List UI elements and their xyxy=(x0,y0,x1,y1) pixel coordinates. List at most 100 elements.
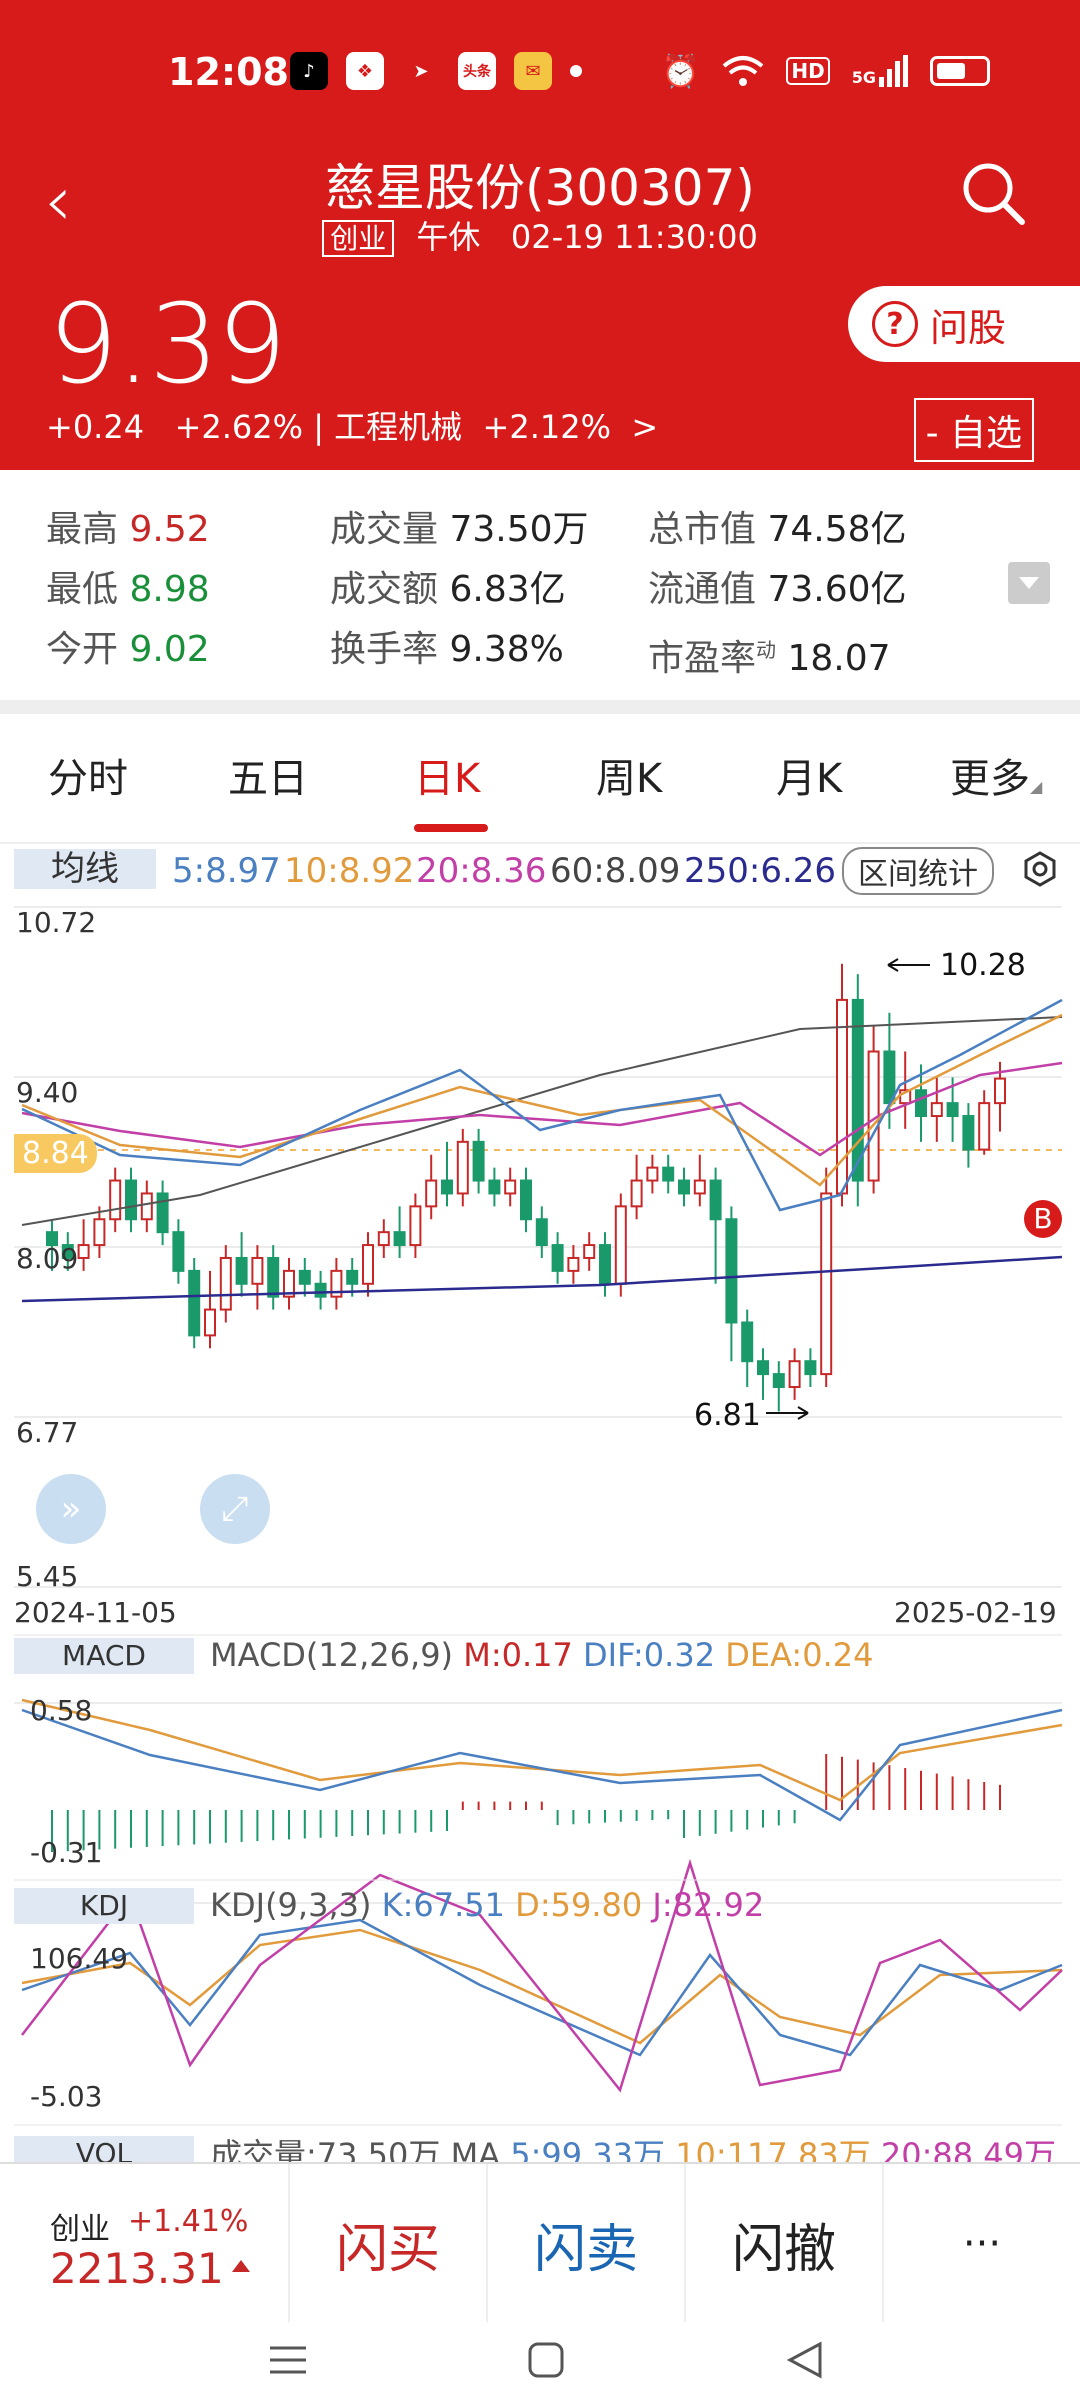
vol-selector[interactable]: VOL xyxy=(14,2136,194,2164)
candle-body xyxy=(314,1282,327,1298)
tab-five-day[interactable]: 五日 xyxy=(228,746,308,804)
status-bar: 12:08 ♪ ❖ ➤ 头条 ✉ ⏰ HD 5G xyxy=(0,0,1080,140)
sector-change: +2.12% xyxy=(482,408,611,446)
kline-chart[interactable] xyxy=(0,895,1080,2162)
tiktok-icon: ♪ xyxy=(290,52,328,90)
ma-legend: 均线 5:8.97 10:8.92 20:8.36 60:8.09 250:6.… xyxy=(0,845,1080,895)
candle-body xyxy=(725,1218,738,1324)
ask-stock-button[interactable]: ? 问股 xyxy=(848,286,1080,362)
search-icon[interactable] xyxy=(958,158,1028,228)
candle-body xyxy=(267,1256,280,1298)
candle-body xyxy=(614,1205,627,1285)
candle-body xyxy=(441,1179,453,1195)
candle-body xyxy=(820,1192,833,1376)
home-icon[interactable] xyxy=(528,2342,564,2378)
ma60-value: 60:8.09 xyxy=(550,851,681,891)
index-change: +1.41% xyxy=(128,2204,249,2239)
candle-body xyxy=(362,1244,374,1285)
quote-panel: 最高 9.52 最低 8.98 今开 9.02 成交量 73.50万 成交额 6… xyxy=(0,470,1080,700)
axis-label-4: 6.77 xyxy=(16,1416,79,1449)
quote-col-1: 最高 9.52 最低 8.98 今开 9.02 xyxy=(46,509,210,670)
candle-body xyxy=(741,1321,754,1363)
interval-stats-button[interactable]: 区间统计 xyxy=(842,847,994,895)
candle-body xyxy=(425,1179,438,1208)
question-icon: ? xyxy=(872,301,918,347)
kdj-selector[interactable]: KDJ xyxy=(14,1888,194,1924)
quick-buy-button[interactable]: 闪买 xyxy=(288,2164,486,2324)
macd-info: MACD(12,26,9) M:0.17 DIF:0.32 DEA:0.24 xyxy=(210,1636,874,1674)
buy-signal-badge[interactable]: B xyxy=(1024,1200,1062,1238)
candle-body xyxy=(109,1179,122,1221)
candle-body xyxy=(583,1244,596,1259)
menu-icon[interactable] xyxy=(270,2346,306,2374)
more-button[interactable]: ··· xyxy=(882,2164,1080,2324)
gift-icon: ✉ xyxy=(514,52,552,90)
system-nav-bar xyxy=(0,2322,1080,2400)
sector-separator: | xyxy=(313,408,324,446)
ma5-value: 5:8.97 xyxy=(172,851,281,891)
more-dot-icon xyxy=(570,65,582,77)
quote-col-3: 总市值 74.58亿 流通值 73.60亿 市盈率动 18.07 xyxy=(648,509,907,679)
tab-monthly-k[interactable]: 月K xyxy=(776,746,842,804)
market-status: 创业 午休 02-19 11:30:00 xyxy=(0,212,1080,258)
pe-value: 18.07 xyxy=(787,638,891,679)
candle-body xyxy=(788,1360,801,1388)
settings-icon[interactable] xyxy=(1022,851,1058,887)
remove-watchlist-button[interactable]: - 自选 xyxy=(913,398,1034,462)
candle-body xyxy=(488,1179,501,1195)
scroll-left-button[interactable]: » xyxy=(36,1474,106,1544)
change-line[interactable]: +0.24 +2.62% | 工程机械 +2.12% > xyxy=(46,402,658,448)
candle-body xyxy=(915,1089,927,1118)
candle-body xyxy=(962,1115,975,1151)
float-value: 73.60亿 xyxy=(767,569,907,610)
expand-quote-button[interactable] xyxy=(1008,562,1050,604)
amount-value: 6.83亿 xyxy=(449,569,566,610)
low-mark-label: 6.81 xyxy=(694,1398,761,1433)
system-icons: ⏰ HD 5G xyxy=(661,52,990,90)
kdj-d-line xyxy=(21,1928,1063,2045)
candle-body xyxy=(551,1244,564,1272)
board-badge: 创业 xyxy=(322,220,395,257)
tab-daily-k[interactable]: 日K xyxy=(414,746,480,804)
battery-icon xyxy=(930,56,990,86)
tab-minute[interactable]: 分时 xyxy=(48,746,128,804)
tab-more[interactable]: 更多◢ xyxy=(950,746,1042,804)
candle-body xyxy=(172,1231,185,1272)
quick-cancel-button[interactable]: 闪撤 xyxy=(684,2164,882,2324)
price-change: +0.24 xyxy=(46,408,145,446)
ma-selector[interactable]: 均线 xyxy=(14,849,156,889)
tab-indicator xyxy=(414,824,488,832)
back-nav-icon[interactable] xyxy=(786,2341,822,2379)
price-change-pct: +2.62% xyxy=(174,408,304,446)
date-end: 2025-02-19 xyxy=(894,1596,1057,1629)
candle-body xyxy=(77,1244,90,1259)
volume-value: 73.50万 xyxy=(449,509,589,550)
macd-selector[interactable]: MACD xyxy=(14,1638,194,1674)
candle-body xyxy=(140,1192,153,1221)
candle-body xyxy=(646,1166,659,1182)
ma20-value: 20:8.36 xyxy=(416,851,547,891)
kdj-info: KDJ(9,3,3) K:67.51 D:59.80 J:82.92 xyxy=(210,1886,765,1924)
ma250-value: 250:6.26 xyxy=(684,851,837,891)
candle-body xyxy=(567,1256,580,1272)
up-arrow-icon xyxy=(232,2260,250,2272)
axis-label-top: 10.72 xyxy=(16,906,97,939)
fullscreen-icon[interactable]: ⤢ xyxy=(200,1474,270,1544)
stock-header: ‹ 慈星股份(300307) 创业 午休 02-19 11:30:00 9.39… xyxy=(0,140,1080,470)
candle-body xyxy=(504,1179,517,1195)
candle-body xyxy=(946,1102,959,1118)
period-tabs: 分时 五日 日K 周K 月K 更多◢ xyxy=(0,714,1080,844)
tab-weekly-k[interactable]: 周K xyxy=(596,746,662,804)
candle-body xyxy=(994,1077,1006,1105)
high-arrow-icon xyxy=(887,958,930,972)
candle-body xyxy=(930,1102,943,1118)
quote-col-2: 成交量 73.50万 成交额 6.83亿 换手率 9.38% xyxy=(330,509,589,670)
axis-label-3: 8.09 xyxy=(16,1242,79,1275)
candle-body xyxy=(662,1166,675,1182)
quick-sell-button[interactable]: 闪卖 xyxy=(486,2164,684,2324)
candle-body xyxy=(804,1360,817,1376)
candle-body xyxy=(456,1140,469,1195)
axis-label-2: 9.40 xyxy=(16,1076,79,1109)
date-start: 2024-11-05 xyxy=(14,1596,177,1629)
candle-body xyxy=(709,1179,722,1221)
